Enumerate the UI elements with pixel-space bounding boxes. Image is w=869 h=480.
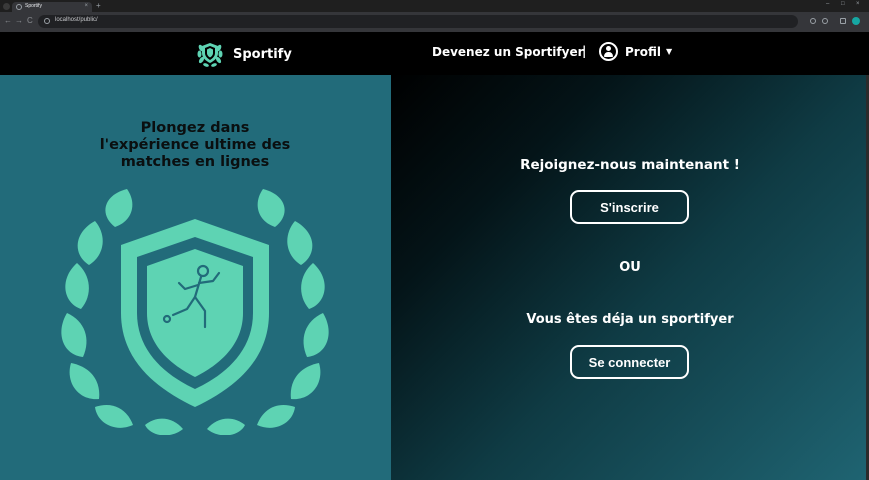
site-header: Sportify Devenez un Sportifyer | Profil … <box>0 32 869 75</box>
shield-laurel-icon <box>197 43 223 67</box>
back-button[interactable]: ← <box>4 16 12 25</box>
new-tab-button[interactable]: + <box>96 1 101 10</box>
address-bar[interactable]: localhost/public/ <box>38 15 798 28</box>
browser-toolbar: ← → C localhost/public/ <box>0 12 869 32</box>
tagline-line: l'expérience ultime des <box>99 137 291 153</box>
tagline-line: Plongez dans <box>140 120 250 136</box>
existing-user-text: Vous êtes déja un sportifyer <box>526 312 734 327</box>
nav-separator: | <box>582 44 587 58</box>
or-divider: OU <box>619 260 641 275</box>
tab-title: Sportify <box>25 3 42 9</box>
browser-tab-bar: Sportify × + – □ × <box>0 0 869 12</box>
site-info-icon[interactable] <box>44 18 50 24</box>
browser-profile-avatar[interactable] <box>852 17 860 25</box>
side-panel-icon[interactable] <box>840 18 846 24</box>
forward-button[interactable]: → <box>15 16 23 25</box>
login-button[interactable]: Se connecter <box>570 345 689 379</box>
maximize-button[interactable]: □ <box>841 1 845 7</box>
hero-tagline: Plongez dans l'expérience ultime des mat… <box>60 120 330 171</box>
user-circle-icon <box>599 42 618 61</box>
brand-logo-link[interactable]: Sportify <box>195 39 292 69</box>
tab-close-icon[interactable]: × <box>84 3 88 9</box>
minimize-button[interactable]: – <box>826 1 829 7</box>
profile-label: Profil <box>625 44 661 59</box>
auth-panel: Rejoignez-nous maintenant ! S'inscrire O… <box>391 75 869 480</box>
signup-button[interactable]: S'inscrire <box>570 190 689 224</box>
zoom-icon[interactable] <box>810 18 816 24</box>
bookmark-star-icon[interactable] <box>822 18 828 24</box>
tab-search-icon[interactable] <box>3 3 10 10</box>
become-sportifyer-link[interactable]: Devenez un Sportifyer <box>432 45 584 59</box>
tagline-line: matches en lignes <box>120 154 270 170</box>
hero-panel: Plongez dans l'expérience ultime des mat… <box>0 75 391 480</box>
caret-down-icon: ▼ <box>665 47 673 56</box>
profile-menu-button[interactable]: Profil ▼ <box>599 42 672 61</box>
join-heading: Rejoignez-nous maintenant ! <box>520 157 740 173</box>
close-window-button[interactable]: × <box>856 1 860 7</box>
tab-favicon-icon <box>16 4 22 10</box>
brand-name[interactable]: Sportify <box>233 47 292 62</box>
browser-tab[interactable]: Sportify × <box>12 2 92 12</box>
address-url[interactable]: localhost/public/ <box>55 17 98 23</box>
reload-button[interactable]: C <box>27 16 33 25</box>
shield-laurel-footballer-icon <box>61 189 329 435</box>
